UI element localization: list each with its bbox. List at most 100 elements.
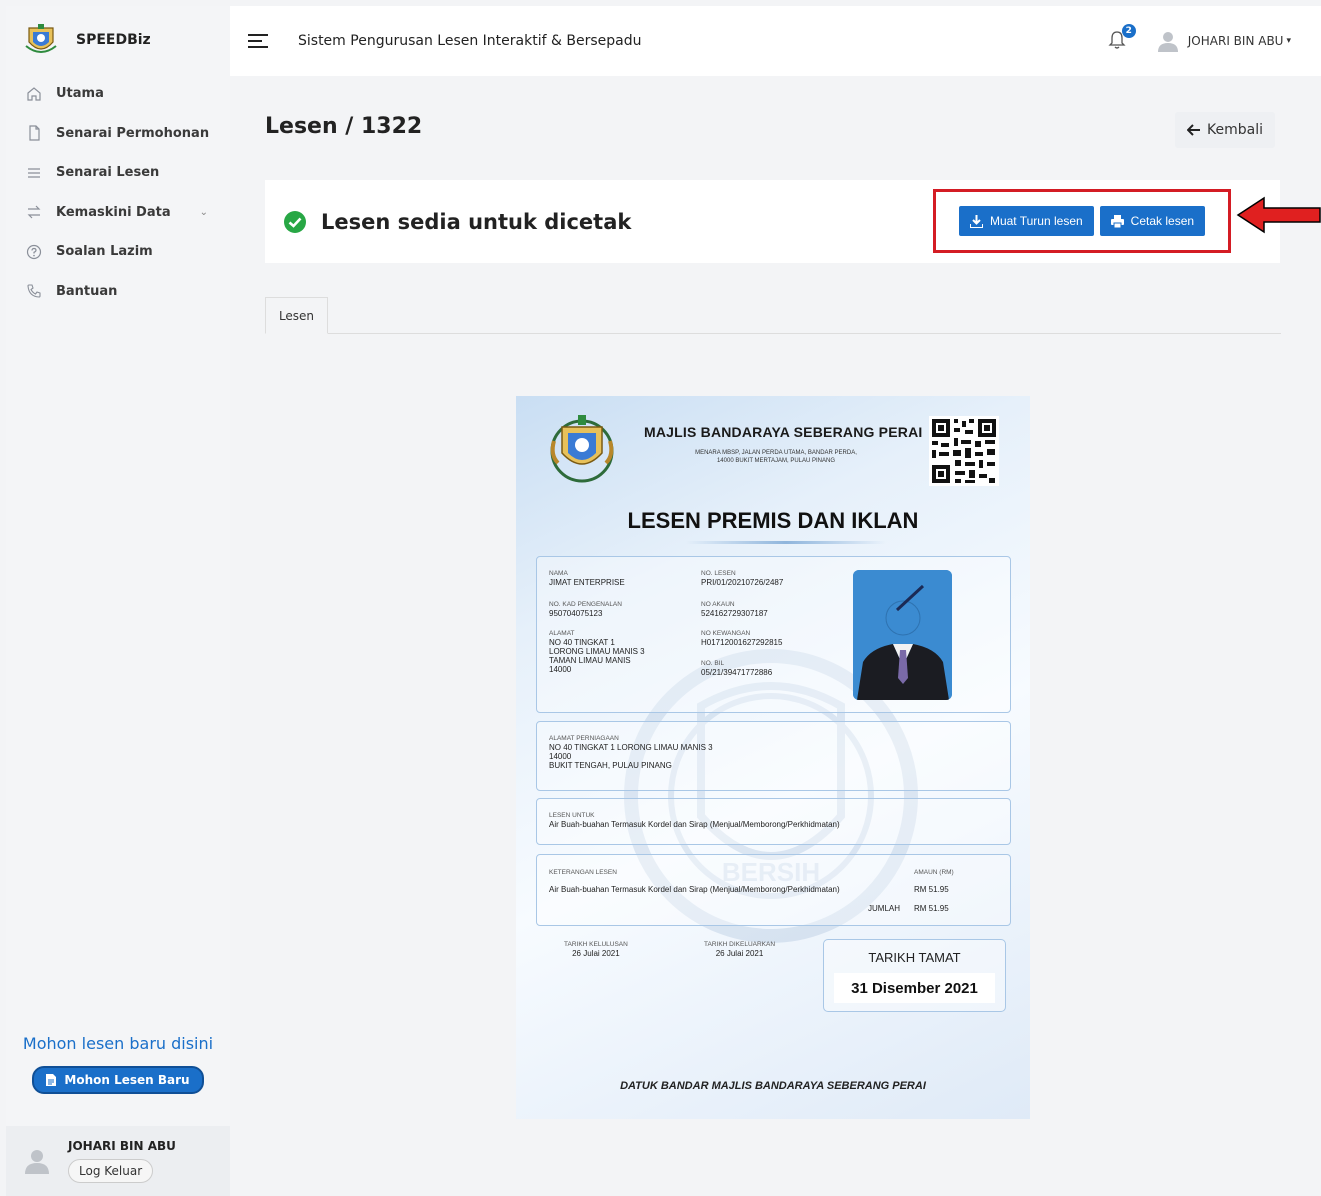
title-underline (686, 541, 886, 544)
avatar (1157, 32, 1178, 52)
app-title: Sistem Pengurusan Lesen Interaktif & Ber… (298, 33, 642, 49)
avatar (25, 1150, 49, 1174)
expiry-box: TARIKH TAMAT 31 Disember 2021 (823, 939, 1006, 1012)
user-menu-name: JOHARI BIN ABU (1187, 34, 1284, 48)
field-label: TARIKH KELULUSAN (564, 941, 628, 948)
field-label: NO AKAUN (701, 601, 735, 608)
field-jumlah-value: RM 51.95 (914, 904, 949, 913)
download-license-button[interactable]: Muat Turun lesen (958, 206, 1094, 236)
red-arrow-annotation (1236, 196, 1321, 234)
sidebar-user-name: JOHARI BIN ABU (68, 1139, 176, 1153)
field-value: 26 Julai 2021 (572, 949, 620, 958)
field-kad-pengenalan: NO. KAD PENGENALAN 950704075123 (549, 600, 622, 618)
field-label: ALAMAT PERNIAGAAN (549, 735, 619, 742)
expiry-label: TARIKH TAMAT (868, 950, 961, 965)
field-value: 524162729307187 (701, 609, 768, 618)
field-alamat-perniagaan: ALAMAT PERNIAGAAN NO 40 TINGKAT 1 LORONG… (549, 734, 713, 770)
arrow-left-icon (1187, 124, 1200, 136)
field-lesen-untuk: LESEN UNTUK Air Buah-buahan Termasuk Kor… (549, 811, 840, 829)
field-keterangan-value: Air Buah-buahan Termasuk Kordel dan Sira… (549, 885, 840, 894)
field-value: 05/21/39471772886 (701, 668, 773, 677)
sidebar-item-senarai-lesen[interactable]: Senarai Lesen (6, 153, 230, 193)
logout-button[interactable]: Log Keluar (68, 1159, 154, 1183)
status-text: Lesen sedia untuk dicetak (321, 209, 632, 234)
sidebar-item-label: Soalan Lazim (56, 244, 153, 260)
address-line: MENARA MBSP, JALAN PERDA UTAMA, BANDAR P… (695, 450, 857, 456)
field-amaun-value: RM 51.95 (914, 885, 949, 894)
field-value: 26 Julai 2021 (715, 949, 764, 958)
apply-block: Mohon lesen baru disini Mohon Lesen Baru (6, 1034, 230, 1094)
apply-title: Mohon lesen baru disini (22, 1034, 214, 1053)
swap-icon (27, 205, 41, 219)
apply-new-license-button[interactable]: Mohon Lesen Baru (32, 1066, 204, 1094)
download-license-label: Muat Turun lesen (989, 214, 1083, 228)
sidebar-item-label: Utama (56, 86, 104, 102)
tab-lesen[interactable]: Lesen (265, 297, 328, 334)
sidebar-nav: Utama Senarai Permohonan Senarai Lesen K… (6, 74, 230, 311)
notification-bell[interactable]: 2 (1108, 24, 1136, 52)
page-title: Lesen / 1322 (265, 114, 423, 139)
field-value: JIMAT ENTERPRISE (549, 578, 625, 587)
sidebar-item-kemaskini-data[interactable]: Kemaskini Data ⌄ (6, 193, 230, 233)
chevron-down-icon: ▾ (1286, 36, 1291, 46)
field-tarikh-kelulusan: TARIKH KELULUSAN 26 Julai 2021 (564, 940, 628, 958)
download-icon (969, 214, 983, 228)
field-no-bil: NO. BIL 05/21/39471772886 (701, 659, 772, 677)
person-photo-icon (853, 570, 952, 700)
qr-code-icon (929, 416, 999, 486)
field-label: NAMA (549, 570, 568, 577)
sidebar-item-label: Senarai Lesen (56, 165, 160, 181)
hamburger-menu-icon[interactable] (248, 34, 268, 48)
sidebar-item-label: Senarai Permohonan (56, 125, 210, 141)
brand-name: SPEEDBiz (76, 32, 151, 48)
field-no-kewangan: NO KEWANGAN H01712001627292815 (701, 629, 782, 647)
back-button[interactable]: Kembali (1175, 112, 1275, 148)
help-icon (26, 244, 42, 259)
field-label: AMAUN (RM) (914, 869, 954, 876)
check-circle-icon (284, 210, 306, 233)
field-amaun-label: AMAUN (RM) (914, 868, 954, 877)
license-org-address: MENARA MBSP, JALAN PERDA UTAMA, BANDAR P… (666, 449, 886, 465)
city-crest-logo (550, 415, 614, 483)
field-value: Air Buah-buahan Termasuk Kordel dan Sira… (549, 820, 840, 829)
field-label: NO. BIL (701, 660, 725, 667)
field-value: PRI/01/20210726/2487 (701, 578, 784, 587)
field-label: TARIKH DIKELUARKAN (704, 941, 776, 948)
expiry-date: 31 Disember 2021 (834, 973, 995, 1003)
field-alamat: ALAMAT NO 40 TINGKAT 1 LORONG LIMAU MANI… (549, 629, 645, 674)
printer-icon (1110, 214, 1124, 228)
field-label: ALAMAT (549, 630, 575, 637)
field-tarikh-dikeluarkan: TARIKH DIKELUARKAN 26 Julai 2021 (704, 940, 775, 958)
field-label: NO KEWANGAN (701, 630, 751, 637)
apply-button-label: Mohon Lesen Baru (64, 1073, 190, 1087)
field-value: H01712001627292815 (701, 638, 783, 647)
field-jumlah-label: JUMLAH (868, 904, 901, 913)
address-line: 14000 BUKIT MERTAJAM, PULAU PINANG (716, 458, 836, 464)
status-card: Lesen sedia untuk dicetak Muat Turun les… (265, 180, 1280, 263)
license-signature: DATUK BANDAR MAJLIS BANDARAYA SEBERANG P… (620, 1080, 926, 1092)
phone-icon (27, 284, 41, 298)
field-value: TAMAN LIMAU MANIS (549, 656, 631, 665)
brand[interactable]: SPEEDBiz (6, 6, 230, 74)
sidebar-item-utama[interactable]: Utama (6, 74, 230, 114)
field-label: NO. KAD PENGENALAN (549, 601, 622, 608)
sidebar-item-bantuan[interactable]: Bantuan (6, 272, 230, 312)
user-menu[interactable]: JOHARI BIN ABU ▾ (1156, 29, 1291, 53)
sidebar-item-senarai-permohonan[interactable]: Senarai Permohonan (6, 114, 230, 154)
action-highlight-box: Muat Turun lesen Cetak lesen (933, 189, 1231, 253)
license-document: BERSIH MAJLIS BANDARAYA SEBERANG PERAI M… (516, 396, 1030, 1119)
print-license-button[interactable]: Cetak lesen (1099, 206, 1206, 236)
field-keterangan-label: KETERANGAN LESEN (549, 868, 617, 877)
field-value: BUKIT TENGAH, PULAU PINANG (549, 761, 672, 770)
field-no-lesen: NO. LESEN PRI/01/20210726/2487 (701, 569, 783, 587)
chevron-down-icon: ⌄ (199, 206, 208, 218)
license-title: LESEN PREMIS DAN IKLAN (627, 508, 919, 533)
sidebar-item-label: Bantuan (56, 283, 118, 299)
field-label: NO. LESEN (701, 570, 736, 577)
sidebar-item-soalan-lazim[interactable]: Soalan Lazim (6, 232, 230, 272)
home-icon (27, 86, 41, 101)
topbar: Sistem Pengurusan Lesen Interaktif & Ber… (230, 6, 1321, 76)
list-icon (28, 168, 40, 178)
notification-badge: 2 (1121, 24, 1136, 38)
license-org-name: MAJLIS BANDARAYA SEBERANG PERAI (644, 424, 923, 440)
